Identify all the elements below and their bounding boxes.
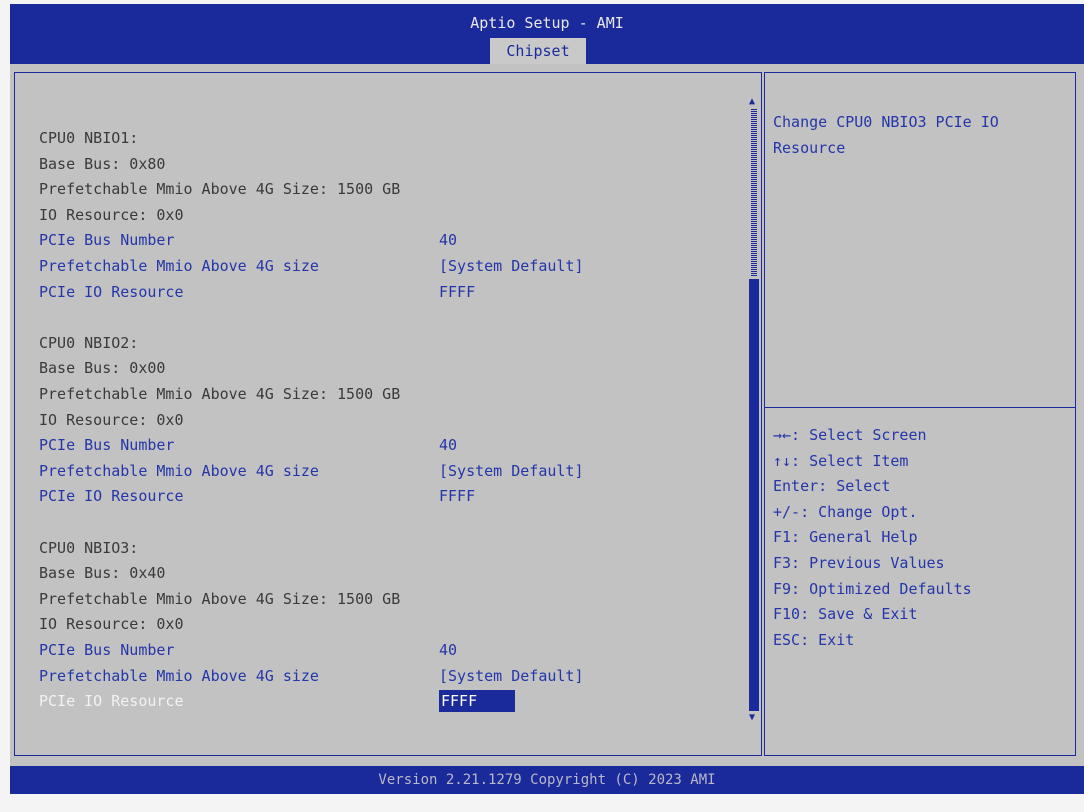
scroll-up-arrow-icon[interactable]: ▲	[749, 97, 755, 107]
option-value[interactable]: 40	[439, 639, 457, 661]
option-value[interactable]: 40	[439, 434, 457, 456]
body-area: CPU0 NBIO1: Base Bus: 0x80 Prefetchable …	[10, 64, 1084, 766]
option-value[interactable]: [System Default]	[439, 255, 584, 277]
scroll-track[interactable]	[751, 109, 757, 277]
option-label: PCIe IO Resource	[39, 692, 184, 711]
option-value[interactable]: FFFF	[439, 281, 475, 303]
scroll-thumb[interactable]	[749, 279, 759, 711]
option-label: PCIe IO Resource	[39, 487, 184, 506]
app-title: Aptio Setup - AMI	[470, 14, 624, 32]
option-value[interactable]: [System Default]	[439, 460, 584, 482]
key-hint: F1: General Help	[773, 528, 918, 547]
option-label: Prefetchable Mmio Above 4G size	[39, 257, 319, 275]
scroll-down-arrow-icon[interactable]: ▼	[749, 713, 755, 723]
help-description: Change CPU0 NBIO3 PCIe IO Resource	[773, 113, 999, 157]
key-hint: →←: Select Screen	[773, 426, 927, 444]
option-value[interactable]: FFFF	[439, 485, 475, 507]
bios-screen: Aptio Setup - AMI Chipset CPU0 NBIO1: Ba…	[0, 0, 1084, 812]
option-label: PCIe Bus Number	[39, 436, 175, 455]
key-hint: ESC: Exit	[773, 630, 855, 649]
option-value[interactable]: 40	[439, 229, 457, 251]
option-value-highlighted[interactable]: FFFF	[439, 690, 516, 713]
help-panel: Change CPU0 NBIO3 PCIe IO Resource →←: S…	[764, 72, 1076, 756]
option-value[interactable]: [System Default]	[439, 665, 584, 687]
settings-panel: CPU0 NBIO1: Base Bus: 0x80 Prefetchable …	[14, 72, 762, 756]
tab-chipset[interactable]: Chipset	[490, 38, 586, 64]
option-label: Prefetchable Mmio Above 4G size	[39, 666, 319, 685]
header-bar: Aptio Setup - AMI Chipset	[10, 4, 1084, 64]
key-hint: +/-: Change Opt.	[773, 502, 918, 521]
key-hint: Enter: Select	[773, 477, 891, 496]
key-hint: F9: Optimized Defaults	[773, 579, 972, 598]
key-hint: F10: Save & Exit	[773, 605, 918, 624]
key-legend: →←: Select Screen ↑↓: Select Item Enter:…	[773, 423, 972, 653]
key-hint: ↑↓: Select Item	[773, 451, 909, 470]
option-label: Prefetchable Mmio Above 4G size	[39, 461, 319, 480]
key-hint: F3: Previous Values	[773, 553, 945, 572]
version-footer: Version 2.21.1279 Copyright (C) 2023 AMI	[10, 766, 1084, 794]
help-divider	[765, 407, 1075, 408]
option-label: PCIe Bus Number	[39, 231, 175, 250]
option-label: PCIe IO Resource	[39, 282, 184, 301]
option-label: PCIe Bus Number	[39, 641, 175, 659]
scrollbar[interactable]: ▲ ▼	[749, 97, 759, 725]
